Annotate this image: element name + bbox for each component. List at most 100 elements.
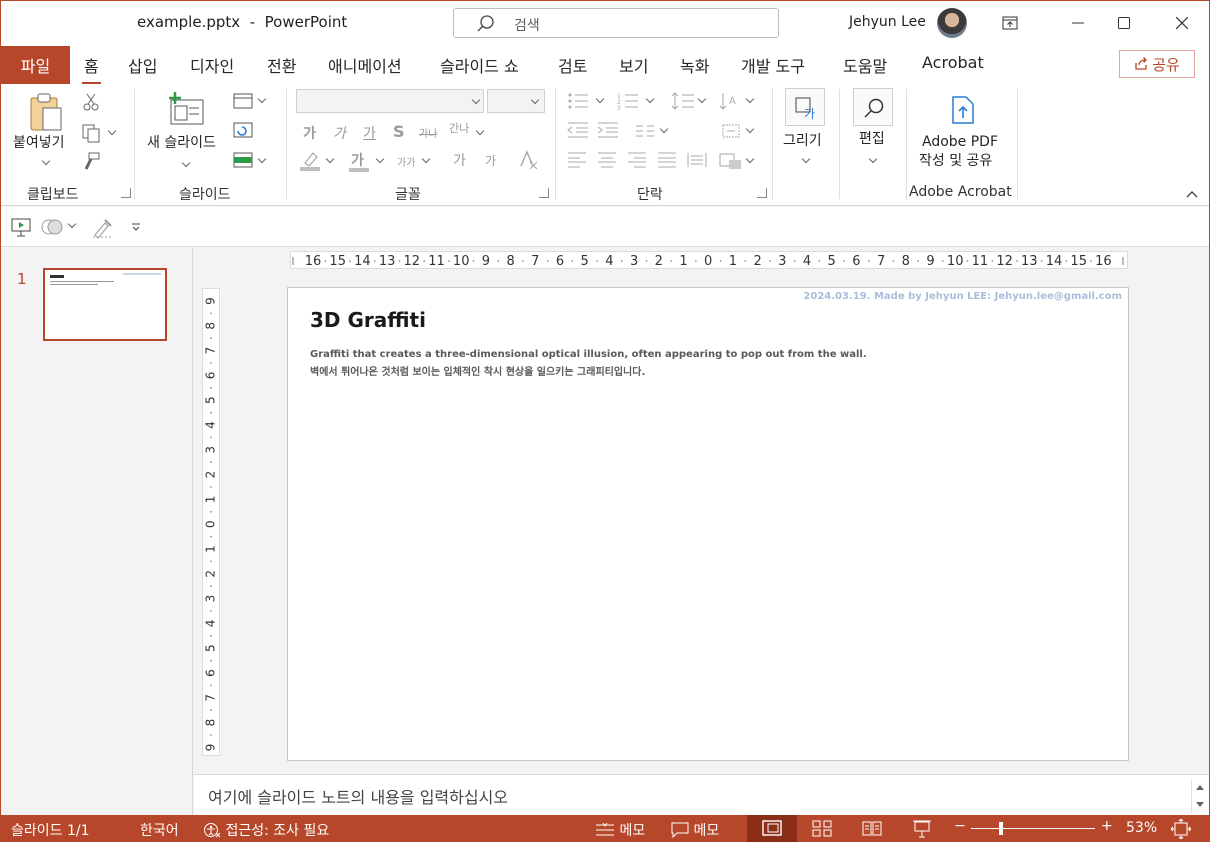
italic-button[interactable]: 가: [333, 123, 346, 143]
font-name-select[interactable]: [296, 89, 484, 113]
bold-button[interactable]: 가: [303, 123, 316, 143]
tab-home[interactable]: 홈: [82, 53, 101, 85]
reset-icon[interactable]: [233, 122, 253, 138]
slide-thumbnail[interactable]: [43, 268, 167, 341]
shadow-button[interactable]: S: [393, 122, 405, 141]
change-case-button[interactable]: 가가: [397, 154, 415, 169]
fit-slide-icon[interactable]: [1171, 819, 1191, 839]
justify-icon[interactable]: [657, 152, 677, 168]
align-left-icon[interactable]: [567, 152, 587, 168]
tab-animations[interactable]: 애니메이션: [328, 53, 402, 77]
increase-indent-icon[interactable]: [597, 122, 619, 138]
zoom-in-button[interactable]: +: [1101, 818, 1113, 834]
avatar[interactable]: [937, 8, 967, 38]
slide-title[interactable]: 3D Graffiti: [310, 308, 426, 332]
bullets-icon[interactable]: [567, 92, 589, 110]
character-spacing-button[interactable]: 간나: [449, 120, 469, 136]
notes-scrollbar[interactable]: [1191, 779, 1207, 813]
font-size-select[interactable]: [487, 89, 545, 113]
distributed-icon[interactable]: [687, 152, 707, 168]
scroll-down-icon[interactable]: [1195, 801, 1205, 809]
tab-acrobat[interactable]: Acrobat: [922, 53, 984, 72]
ruler-tick-mark: [719, 260, 722, 262]
new-slide-icon: [169, 92, 204, 125]
align-text-icon[interactable]: [719, 122, 743, 140]
tab-slideshow[interactable]: 슬라이드 쇼: [440, 53, 519, 77]
ruler-tick-mark: [472, 260, 475, 262]
line-spacing-icon[interactable]: [671, 92, 695, 110]
drawing-button[interactable]: 가 그리기: [779, 88, 831, 170]
notes-pane[interactable]: 여기에 슬라이드 노트의 내용을 입력하십시오: [194, 774, 1209, 815]
close-button[interactable]: [1159, 9, 1205, 37]
layout-icon[interactable]: [233, 93, 253, 109]
ruler-tick-label: 7: [204, 347, 218, 355]
slideshow-view-icon[interactable]: [912, 820, 932, 838]
tab-developer[interactable]: 개발 도구: [741, 53, 805, 77]
tab-transitions[interactable]: 전환: [267, 53, 296, 77]
align-right-icon[interactable]: [627, 152, 647, 168]
ruler-tick-label: 2: [753, 254, 761, 268]
accessibility-status[interactable]: 접근성: 조사 필요: [203, 820, 329, 840]
font-color-button[interactable]: 가: [351, 150, 364, 170]
zoom-level[interactable]: 53%: [1126, 820, 1157, 836]
eyedropper-icon[interactable]: [91, 217, 113, 239]
paste-button[interactable]: 붙여넣기: [11, 90, 77, 174]
comments-toggle[interactable]: 메모: [671, 820, 719, 840]
user-name[interactable]: Jehyun Lee: [849, 14, 926, 30]
zoom-slider[interactable]: [971, 822, 1095, 835]
editing-button[interactable]: 편집: [849, 88, 897, 170]
numbering-icon[interactable]: 123: [617, 92, 639, 110]
tab-help[interactable]: 도움말: [843, 53, 887, 77]
slide-body-text[interactable]: Graffiti that creates a three-dimensiona…: [310, 346, 867, 382]
new-slide-button[interactable]: 새 슬라이드: [143, 90, 229, 174]
text-direction-icon[interactable]: A: [719, 92, 743, 110]
font-launcher-icon[interactable]: [539, 188, 549, 198]
shapes-merge-icon[interactable]: [41, 217, 63, 237]
language-indicator[interactable]: 한국어: [140, 820, 179, 840]
zoom-out-button[interactable]: −: [954, 818, 966, 834]
section-icon[interactable]: [233, 152, 253, 168]
start-slideshow-icon[interactable]: [11, 217, 31, 237]
tab-view[interactable]: 보기: [619, 53, 648, 77]
drawing-icon-frame: 가: [785, 88, 825, 126]
scroll-up-icon[interactable]: [1195, 783, 1205, 791]
normal-view-button[interactable]: [747, 815, 797, 842]
create-pdf-button[interactable]: Adobe PDF 작성 및 공유: [913, 92, 1011, 172]
smartart-icon[interactable]: [719, 152, 743, 170]
clipboard-launcher-icon[interactable]: [121, 188, 131, 198]
slide-meta-text[interactable]: 2024.03.19. Made by Jehyun LEE: Jehyun.l…: [803, 291, 1122, 302]
decrease-indent-icon[interactable]: [567, 122, 589, 138]
format-painter-icon[interactable]: [81, 151, 101, 171]
horizontal-ruler-ticks: 16 15 14 13 12 11 10 9 8 7 6 5 4 3 2 1 0 1 2 3 4 5 6 7 8 9 10 11 12 1…: [292, 254, 1124, 268]
tab-review[interactable]: 검토: [558, 53, 587, 77]
ribbon: 붙여넣기 클립보드 새 슬라이드 슬라이드 가 가 가 S 가나 간나 가 가가…: [1, 84, 1209, 206]
paragraph-launcher-icon[interactable]: [757, 188, 767, 198]
grow-font-button[interactable]: 가: [453, 150, 466, 170]
tab-design[interactable]: 디자인: [190, 53, 234, 77]
tab-record[interactable]: 녹화: [680, 53, 709, 77]
reading-view-icon[interactable]: [862, 820, 882, 837]
clear-formatting-icon[interactable]: [517, 150, 539, 170]
columns-icon[interactable]: [635, 124, 655, 138]
share-button[interactable]: 공유: [1119, 50, 1195, 78]
cut-icon[interactable]: [83, 93, 99, 111]
minimize-button[interactable]: [1055, 9, 1101, 37]
shrink-font-button[interactable]: 가: [485, 152, 496, 169]
tab-file[interactable]: 파일: [1, 46, 70, 84]
underline-button[interactable]: 가: [363, 123, 376, 143]
align-center-icon[interactable]: [597, 152, 617, 168]
copy-icon[interactable]: [81, 123, 101, 143]
tab-insert[interactable]: 삽입: [128, 53, 157, 77]
slide-canvas[interactable]: 2024.03.19. Made by Jehyun LEE: Jehyun.l…: [287, 287, 1129, 761]
maximize-button[interactable]: [1101, 9, 1147, 37]
notes-toggle[interactable]: 메모: [595, 820, 645, 840]
ruler-tick-label: 4: [204, 421, 218, 429]
zoom-slider-thumb[interactable]: [999, 822, 1003, 835]
strikethrough-button[interactable]: 가나: [419, 125, 437, 140]
search-box[interactable]: 검색: [453, 8, 779, 38]
collapse-ribbon-icon[interactable]: [1186, 190, 1198, 198]
ribbon-display-button[interactable]: [987, 9, 1033, 37]
highlight-icon[interactable]: [299, 151, 321, 171]
slide-sorter-icon[interactable]: [812, 820, 832, 837]
customize-qat-icon[interactable]: [131, 223, 141, 231]
